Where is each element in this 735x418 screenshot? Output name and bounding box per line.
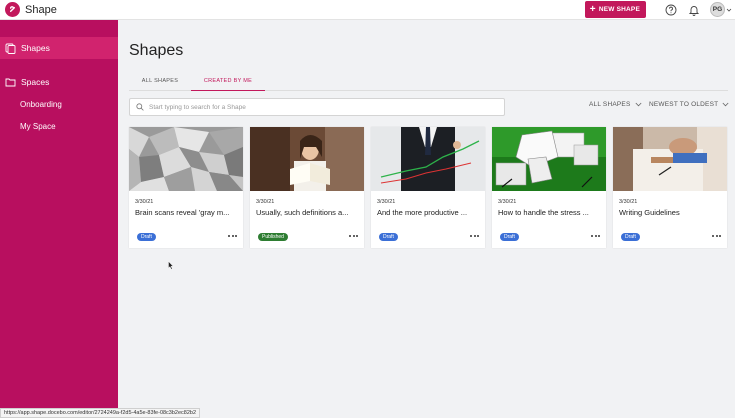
shape-type-filter[interactable]: ALL SHAPES [589,101,642,108]
tab-bar: ALL SHAPES CREATED BY ME [129,71,728,91]
shape-logo-icon [5,2,20,17]
status-badge: Draft [500,233,519,241]
shapes-icon [5,43,16,54]
mouse-cursor-icon [168,261,174,270]
card-title: And the more productive ... [377,208,468,217]
shape-card[interactable]: 3/30/21 Brain scans reveal 'gray m... Dr… [129,127,243,248]
card-thumbnail [613,127,727,191]
user-menu[interactable]: PG [710,2,732,17]
chevron-down-icon [635,102,642,107]
shape-card[interactable]: 3/30/21 Writing Guidelines Draft [613,127,727,248]
shape-card[interactable]: 3/30/21 Usually, such definitions a... P… [250,127,364,248]
shape-card[interactable]: 3/30/21 And the more productive ... Draf… [371,127,485,248]
new-shape-button[interactable]: + NEW SHAPE [584,1,646,18]
card-date: 3/30/21 [498,199,517,205]
sidebar: Shapes Spaces Onboarding My Space [0,20,118,418]
card-date: 3/30/21 [256,199,275,205]
card-date: 3/30/21 [377,199,396,205]
search-input[interactable] [149,103,489,111]
chevron-down-icon [726,8,732,12]
chevron-down-icon [722,102,729,107]
more-options-icon[interactable] [469,235,479,237]
link-status-bar: https://app.shape.docebo.com/editor/2724… [0,408,201,418]
card-thumbnail [492,127,606,191]
status-badge: Published [258,233,288,241]
search-box[interactable] [129,98,505,116]
bell-icon[interactable] [687,3,701,17]
status-badge: Draft [137,233,156,241]
main-content: Shapes ALL SHAPES CREATED BY ME ALL SHAP… [118,20,735,418]
card-thumbnail [250,127,364,191]
tab-all-shapes[interactable]: ALL SHAPES [129,71,191,91]
card-title: How to handle the stress ... [498,208,589,217]
sort-order-filter-label: NEWEST TO OLDEST [649,101,719,108]
sidebar-item-label: Shapes [21,43,50,53]
card-title: Writing Guidelines [619,208,680,217]
sidebar-item-label: Spaces [21,77,50,87]
sort-order-filter[interactable]: NEWEST TO OLDEST [649,101,729,108]
shape-type-filter-label: ALL SHAPES [589,101,631,108]
card-thumbnail [371,127,485,191]
more-options-icon[interactable] [348,235,358,237]
card-thumbnail [129,127,243,191]
app-logo[interactable]: Shape [5,2,57,17]
card-title: Usually, such definitions a... [256,208,349,217]
more-options-icon[interactable] [590,235,600,237]
sidebar-item-onboarding[interactable]: Onboarding [0,93,118,115]
more-options-icon[interactable] [711,235,721,237]
shape-card-grid: 3/30/21 Brain scans reveal 'gray m... Dr… [129,127,734,248]
status-badge: Draft [621,233,640,241]
card-date: 3/30/21 [619,199,638,205]
status-badge: Draft [379,233,398,241]
shape-card[interactable]: 3/30/21 How to handle the stress ... Dra… [492,127,606,248]
sidebar-item-my-space[interactable]: My Space [0,115,118,137]
sidebar-item-shapes[interactable]: Shapes [0,37,118,59]
card-date: 3/30/21 [135,199,154,205]
new-shape-label: NEW SHAPE [598,6,640,13]
avatar: PG [710,2,725,17]
top-bar: Shape + NEW SHAPE PG [0,0,735,20]
sidebar-item-spaces[interactable]: Spaces [0,71,118,93]
card-title: Brain scans reveal 'gray m... [135,208,230,217]
folder-icon [5,77,16,87]
search-icon [136,103,144,111]
page-title: Shapes [129,42,184,59]
more-options-icon[interactable] [227,235,237,237]
tab-created-by-me[interactable]: CREATED BY ME [191,71,265,91]
help-icon[interactable] [664,3,678,17]
app-name: Shape [25,3,57,16]
plus-icon: + [589,3,596,15]
